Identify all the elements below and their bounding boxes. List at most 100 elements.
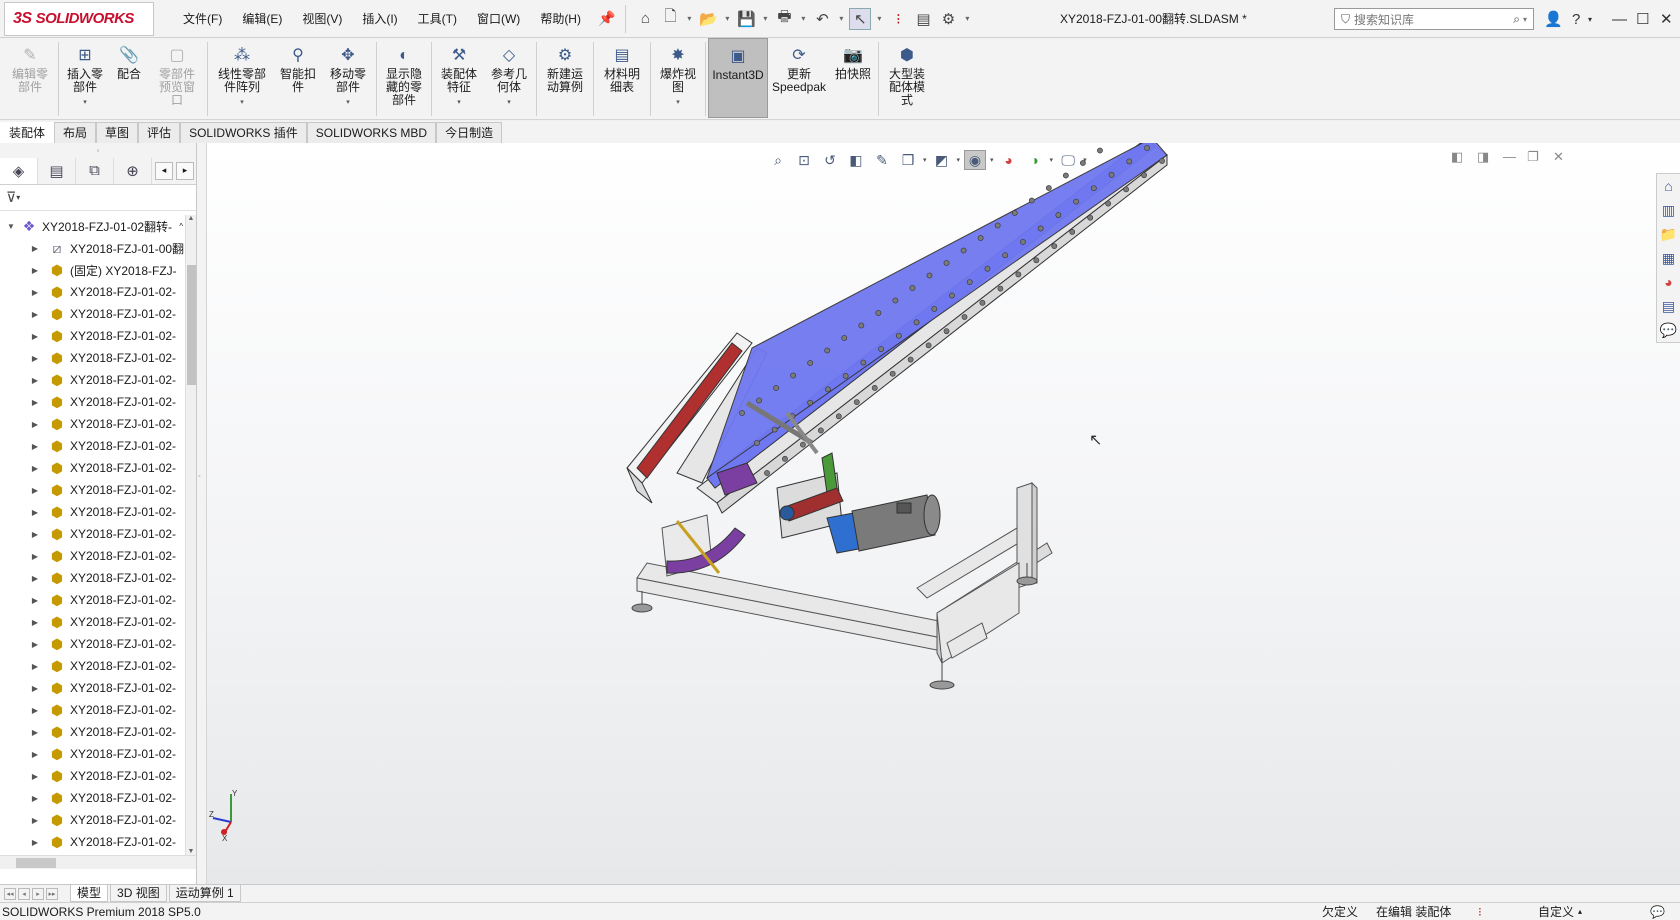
expand-arrow-icon[interactable]: ▶ <box>30 464 40 473</box>
assembly-model[interactable] <box>607 143 1307 743</box>
solidworks-logo[interactable]: 3S SOLIDWORKS <box>4 1 154 36</box>
command-snapshot-button[interactable]: 📷 拍快照 <box>830 38 876 118</box>
file-explorer-icon[interactable]: 📁 <box>1658 223 1680 245</box>
menu-item-1[interactable]: 编辑(E) <box>233 0 291 38</box>
menu-item-3[interactable]: 插入(I) <box>353 0 406 38</box>
expand-arrow-icon[interactable]: ▶ <box>30 816 40 825</box>
expand-arrow-icon[interactable]: ▶ <box>30 838 40 847</box>
command-new-motion-study-button[interactable]: ⚙ 新建运 动算例 <box>539 38 591 118</box>
viewport-restore-icon[interactable]: ❐ <box>1527 149 1539 165</box>
tree-item[interactable]: ▶ ⬢ XY2018-FZJ-01-02- <box>0 501 185 523</box>
tree-item[interactable]: ▶ ⬢ XY2018-FZJ-01-02- <box>0 435 185 457</box>
cm-tab-4[interactable]: SOLIDWORKS 插件 <box>180 121 307 143</box>
command-mate-button[interactable]: 📎 配合 <box>109 38 149 118</box>
command-large-assembly-button[interactable]: ⬢ 大型装 配体模 式 <box>881 38 933 118</box>
tree-item[interactable]: ▶ ⬢ XY2018-FZJ-01-02- <box>0 787 185 809</box>
tree-item[interactable]: ▶ ⬢ XY2018-FZJ-01-02- <box>0 831 185 853</box>
expand-arrow-icon[interactable]: ▶ <box>30 266 40 275</box>
gear-motor[interactable] <box>826 494 941 554</box>
scroll-up-icon[interactable]: ▲ <box>186 215 196 222</box>
chevron-down-icon[interactable]: ▾ <box>240 96 244 109</box>
tree-item[interactable]: ▶ ⬢ XY2018-FZJ-01-02- <box>0 325 185 347</box>
tree-hscroll-thumb[interactable] <box>16 858 56 868</box>
tree-item[interactable]: ▶ ⬢ XY2018-FZJ-01-02- <box>0 611 185 633</box>
expand-arrow-icon[interactable]: ▶ <box>30 486 40 495</box>
pin-menu-icon[interactable]: 📌 <box>598 10 615 27</box>
expand-arrow-icon[interactable]: ▶ <box>30 772 40 781</box>
tab-scroll-right-icon[interactable]: ▸ <box>176 161 194 180</box>
open-folder-icon[interactable]: 📂 <box>697 8 719 30</box>
options-dropdown-icon[interactable]: ▾ <box>962 14 972 23</box>
viewport-tile-right-icon[interactable]: ◨ <box>1477 149 1489 165</box>
file-properties-icon[interactable]: ▤ <box>912 8 934 30</box>
menu-item-6[interactable]: 帮助(H) <box>531 0 590 38</box>
tree-item[interactable]: ▶ ⬢ XY2018-FZJ-01-02- <box>0 523 185 545</box>
tree-root-assembly[interactable]: ▼ ❖ XY2018-FZJ-01-02翻转- ^ <box>0 215 185 237</box>
dimxpert-tab-icon[interactable]: ⊕ <box>114 157 152 184</box>
tooltip-toggle-icon[interactable]: 💬 <box>1650 903 1665 920</box>
command-bom-button[interactable]: ▤ 材料明 细表 <box>596 38 648 118</box>
tree-item[interactable]: ▶ ⬢ XY2018-FZJ-01-02- <box>0 809 185 831</box>
user-icon[interactable]: 👤 <box>1544 0 1563 38</box>
command-speedpak-button[interactable]: ⟳ 更新 Speedpak <box>768 38 830 118</box>
command-instant3d-button[interactable]: ▣ Instant3D <box>708 38 768 118</box>
expand-arrow-icon[interactable]: ▶ <box>30 574 40 583</box>
cm-tab-5[interactable]: SOLIDWORKS MBD <box>306 121 437 143</box>
command-move-component-button[interactable]: ✥ 移动零 部件 ▾ <box>322 38 374 118</box>
expand-arrow-icon[interactable]: ▶ <box>30 244 40 253</box>
reference-triad[interactable]: Y Z X <box>209 788 257 843</box>
cm-tab-3[interactable]: 评估 <box>138 121 181 143</box>
units-selector[interactable]: 自定义 <box>1538 903 1574 920</box>
configuration-manager-tab-icon[interactable]: ⧉ <box>76 157 114 184</box>
select-cursor-icon[interactable]: ↖ <box>849 7 872 30</box>
expand-arrow-icon[interactable]: ▶ <box>30 728 40 737</box>
graphics-viewport[interactable]: ⌕ ⊡ ↺ ◧ ✎ ❒ ▾ ◩ ▾ ◉ ▾ ◕ ◑ ▾ 🖵 ▾ ◧ ◨ — ❐ … <box>207 143 1680 884</box>
tree-item[interactable]: ▶ ⬢ XY2018-FZJ-01-02- <box>0 545 185 567</box>
first-tab-icon[interactable]: ◂◂ <box>4 887 16 900</box>
expand-arrow-icon[interactable]: ▶ <box>30 398 40 407</box>
command-assembly-features-button[interactable]: ⚒ 装配体 特征 ▾ <box>434 38 484 118</box>
expand-arrow-icon[interactable]: ▶ <box>30 310 40 319</box>
tree-item[interactable]: ▶ ⬢ XY2018-FZJ-01-02- <box>0 457 185 479</box>
help-dropdown-icon[interactable]: ▾ <box>1588 0 1592 38</box>
design-library-icon[interactable]: ▥ <box>1658 199 1680 221</box>
expand-arrow-icon[interactable]: ▶ <box>30 332 40 341</box>
rebuild-status-icon[interactable]: ⁝ <box>1478 903 1482 920</box>
panel-splitter[interactable]: ◦ <box>197 143 207 884</box>
cm-tab-0[interactable]: 装配体 <box>0 121 55 143</box>
tree-item[interactable]: ▶ ⬢ XY2018-FZJ-01-02- <box>0 589 185 611</box>
filter-funnel-icon[interactable]: ⊽ <box>6 189 16 206</box>
expand-arrow-icon[interactable]: ▶ <box>30 354 40 363</box>
tree-item[interactable]: ▶ ⬢ XY2018-FZJ-01-02- <box>0 721 185 743</box>
expand-arrow-icon[interactable]: ▶ <box>30 750 40 759</box>
command-reference-geometry-button[interactable]: ◇ 参考几 何体 ▾ <box>484 38 534 118</box>
undo-dropdown-icon[interactable]: ▾ <box>836 14 846 23</box>
expand-arrow-icon[interactable]: ▶ <box>30 442 40 451</box>
tree-item[interactable]: ▶ ⬢ XY2018-FZJ-01-02- <box>0 391 185 413</box>
inclined-conveyor-deck[interactable] <box>676 143 1168 514</box>
chevron-down-icon[interactable]: ▾ <box>457 96 461 109</box>
print-icon[interactable]: 🖶 <box>773 8 795 30</box>
minimize-icon[interactable]: — <box>1612 0 1627 38</box>
tree-item[interactable]: ▶ ⬢ XY2018-FZJ-01-02- <box>0 303 185 325</box>
appearances-scenes-icon[interactable]: ◕ <box>1658 271 1680 293</box>
cm-tab-2[interactable]: 草图 <box>96 121 139 143</box>
forum-icon[interactable]: 💬 <box>1658 319 1680 341</box>
last-tab-icon[interactable]: ▸▸ <box>46 887 58 900</box>
maximize-icon[interactable]: ☐ <box>1636 0 1649 38</box>
viewport-minimize-icon[interactable]: — <box>1503 149 1516 164</box>
tree-item[interactable]: ▶ ⬢ XY2018-FZJ-01-02- <box>0 677 185 699</box>
viewport-tile-left-icon[interactable]: ◧ <box>1451 149 1463 165</box>
expand-arrow-icon[interactable]: ▶ <box>30 552 40 561</box>
new-dropdown-icon[interactable]: ▾ <box>684 14 694 23</box>
bottom-tab-2[interactable]: 运动算例 1 <box>168 885 241 902</box>
select-dropdown-icon[interactable]: ▾ <box>874 14 884 23</box>
options-gear-icon[interactable]: ⚙ <box>937 8 959 30</box>
units-dropdown-icon[interactable]: ▴ <box>1578 903 1582 920</box>
solidworks-resources-icon[interactable]: ⌂ <box>1658 175 1680 197</box>
search-input[interactable]: 搜索知识库 <box>1354 11 1513 28</box>
command-smart-fasteners-button[interactable]: ⚲ 智能扣 件 <box>274 38 322 118</box>
chevron-down-icon[interactable]: ▾ <box>676 96 680 109</box>
search-icon[interactable]: ⌕ <box>1513 12 1520 27</box>
property-manager-tab-icon[interactable]: ▤ <box>38 157 76 184</box>
